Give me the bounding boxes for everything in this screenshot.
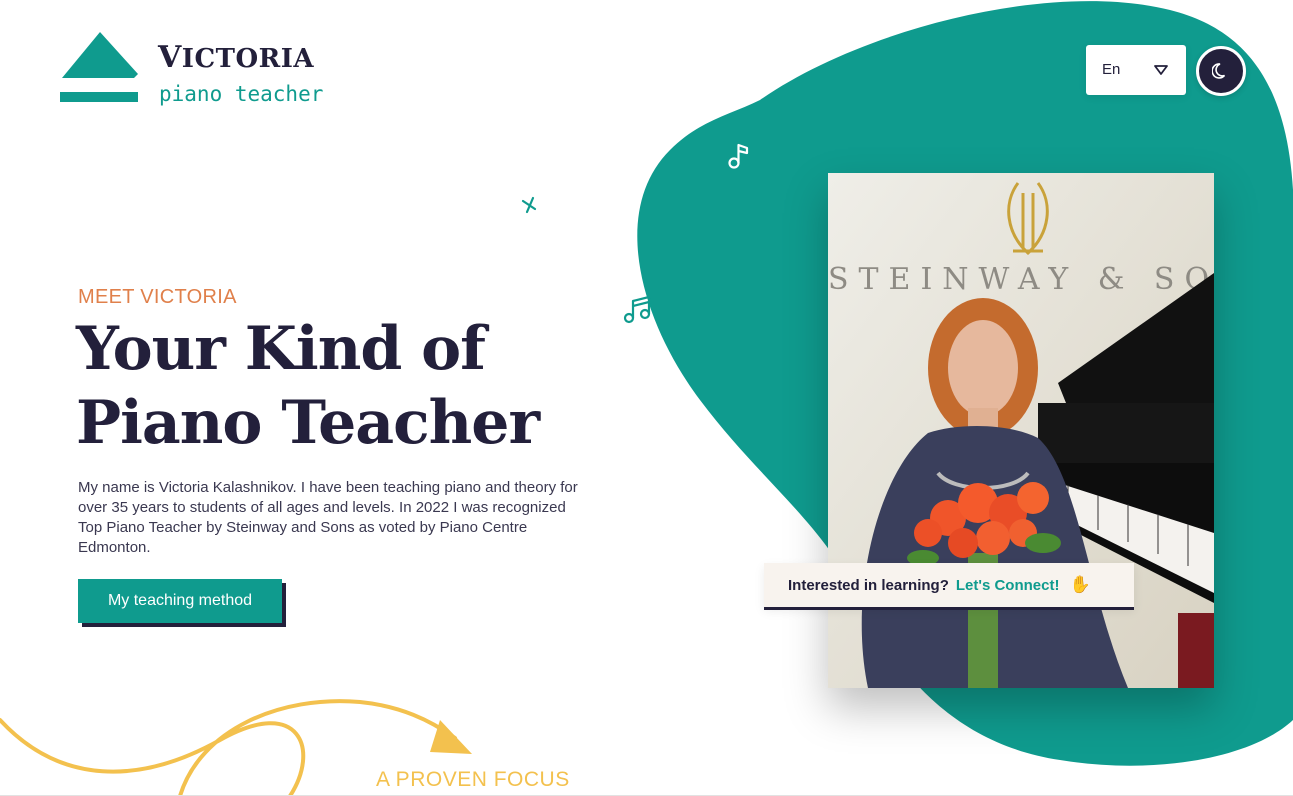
chevron-down-icon — [1154, 65, 1168, 75]
hero-intro: My name is Victoria Kalashnikov. I have … — [78, 479, 578, 556]
theme-toggle-button[interactable] — [1196, 46, 1246, 96]
teacher-photo-illustration: STEINWAY & SONS — [828, 173, 1214, 688]
language-select[interactable]: En — [1086, 45, 1186, 95]
brand-logo[interactable]: VICTORIA piano teacher — [60, 30, 340, 110]
hero-headline: Your Kind of Piano Teacher — [76, 312, 596, 460]
next-section-label: A PROVEN FOCUS — [376, 768, 570, 791]
waving-hand-icon: ✋ — [1069, 575, 1091, 594]
photo-wall-text: STEINWAY & SONS — [828, 262, 1214, 297]
teaching-method-button-wrap: My teaching method — [78, 579, 286, 627]
piano-lid-icon — [60, 32, 138, 102]
brand-subtitle: piano teacher — [159, 82, 324, 106]
moon-icon — [1212, 63, 1226, 79]
sparkle-icon — [521, 196, 537, 214]
connect-label: Interested in learning? — [788, 576, 949, 594]
double-music-note-icon — [623, 295, 651, 324]
teaching-method-button[interactable]: My teaching method — [78, 579, 282, 623]
headline-line-2: Piano Teacher — [76, 388, 540, 458]
music-note-icon — [728, 143, 749, 169]
connect-banner[interactable]: Interested in learning? Let's Connect! ✋ — [764, 563, 1134, 607]
headline-line-1: Your Kind of — [76, 314, 486, 384]
hero-eyebrow: MEET VICTORIA — [78, 286, 237, 308]
language-value: En — [1102, 61, 1121, 78]
lets-connect-link[interactable]: Let's Connect! — [956, 577, 1060, 594]
teacher-photo: STEINWAY & SONS — [828, 173, 1214, 688]
brand-name: VICTORIA — [158, 40, 315, 75]
